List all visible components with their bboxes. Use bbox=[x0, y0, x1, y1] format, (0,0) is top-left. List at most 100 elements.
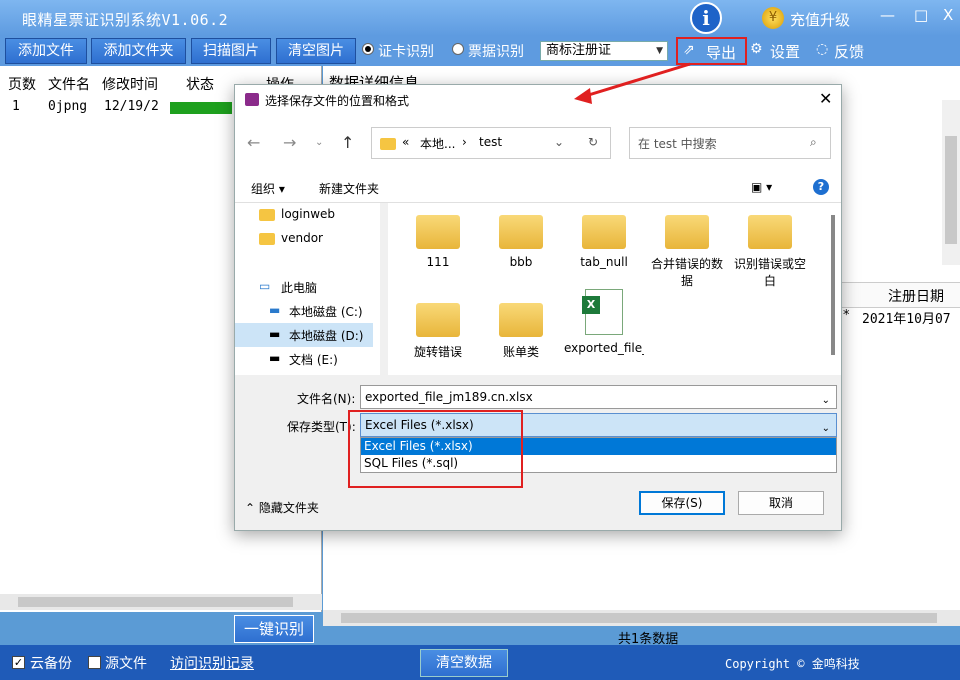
folder-item[interactable]: tab_null bbox=[564, 215, 644, 269]
info-icon[interactable]: i bbox=[690, 2, 722, 34]
back-icon[interactable]: ← bbox=[247, 133, 260, 152]
export-label: 导出 bbox=[706, 44, 737, 62]
minimize-button[interactable]: — bbox=[880, 6, 895, 24]
new-folder-button[interactable]: 新建文件夹 bbox=[319, 180, 379, 197]
add-file-button[interactable]: 添加文件 bbox=[5, 38, 87, 64]
row-filename[interactable]: 0jpng bbox=[48, 99, 87, 114]
add-folder-button[interactable]: 添加文件夹 bbox=[91, 38, 186, 64]
file-grid-scrollbar[interactable] bbox=[831, 215, 835, 355]
tree-item-drive-d[interactable]: 本地磁盘 (D:) bbox=[289, 327, 363, 344]
drive-d-icon: ▬ bbox=[269, 327, 281, 341]
status-progress-bar bbox=[170, 102, 232, 114]
filename-value: exported_file_jm189.cn.xlsx bbox=[365, 390, 533, 404]
folder-icon bbox=[748, 215, 792, 249]
close-button[interactable]: X bbox=[943, 6, 953, 24]
file-label: 合并错误的数据 bbox=[650, 257, 723, 288]
folder-item[interactable]: 账单类 bbox=[481, 303, 561, 360]
save-button[interactable]: 保存(S) bbox=[639, 491, 725, 515]
type-select-value: 商标注册证 bbox=[546, 43, 612, 58]
refresh-icon[interactable]: ↻ bbox=[588, 135, 598, 149]
folder-icon bbox=[499, 215, 543, 249]
path-part2[interactable]: test bbox=[479, 135, 502, 149]
right-hscrollbar[interactable] bbox=[323, 610, 960, 626]
folder-item[interactable]: bbb bbox=[481, 215, 561, 269]
help-icon[interactable]: ? bbox=[813, 179, 829, 195]
organize-button[interactable]: 组织 ▾ bbox=[251, 180, 285, 197]
gear-icon: ⚙ bbox=[750, 41, 763, 57]
tree-item-drive-e[interactable]: 文档 (E:) bbox=[289, 351, 338, 368]
settings-button[interactable]: 设置 bbox=[770, 41, 800, 62]
file-label: bbb bbox=[509, 255, 533, 269]
address-chevron-icon[interactable]: ⌄ bbox=[554, 135, 564, 149]
tree-item-drive-c[interactable]: 本地磁盘 (C:) bbox=[289, 303, 363, 320]
title-bar: 眼精星票证识别系统V1.06.2 i ¥ 充值升级 — □ X bbox=[0, 0, 960, 36]
one-click-recognize-button[interactable]: 一键识别 bbox=[234, 615, 314, 643]
search-icon: ⌕ bbox=[810, 135, 817, 149]
folder-item[interactable]: 识别错误或空白 bbox=[730, 215, 810, 289]
coin-icon[interactable]: ¥ bbox=[762, 7, 784, 29]
dialog-title: 选择保存文件的位置和格式 bbox=[265, 94, 410, 108]
type-select[interactable]: 商标注册证 ▼ bbox=[540, 41, 668, 61]
folder-item[interactable]: 旋转错误 bbox=[398, 303, 478, 360]
dialog-close-icon[interactable]: ✕ bbox=[819, 89, 832, 108]
feedback-button[interactable]: 反馈 bbox=[834, 41, 864, 62]
left-hscrollbar[interactable] bbox=[0, 594, 322, 610]
row-time: 12/19/2 bbox=[104, 99, 159, 114]
forward-icon[interactable]: → bbox=[283, 133, 296, 152]
visit-records-link[interactable]: 访问识别记录 bbox=[170, 653, 254, 673]
folder-tree: loginweb vendor ▭ 此电脑 ▬ 本地磁盘 (C:) ▬ 本地磁盘… bbox=[235, 203, 380, 375]
right-vscrollbar[interactable] bbox=[942, 100, 960, 265]
export-button[interactable]: ⇗ 导出 bbox=[676, 37, 747, 65]
clear-data-button[interactable]: 清空数据 bbox=[420, 649, 508, 677]
radio-card[interactable] bbox=[362, 43, 374, 55]
feedback-icon: ◌ bbox=[816, 41, 829, 57]
header-filename: 文件名 bbox=[48, 77, 90, 93]
header-page: 页数 bbox=[8, 77, 36, 93]
header-modified: 修改时间 bbox=[102, 77, 158, 93]
drive-e-icon: ▬ bbox=[269, 351, 281, 365]
source-file-checkbox[interactable] bbox=[88, 656, 101, 669]
chevron-down-icon[interactable]: ⌄ bbox=[822, 390, 830, 412]
tree-item-this-pc[interactable]: 此电脑 bbox=[281, 279, 317, 296]
path-prefix: « bbox=[402, 135, 410, 149]
folder-item[interactable]: 111 bbox=[398, 215, 478, 269]
dialog-title-bar: 选择保存文件的位置和格式 ✕ bbox=[235, 85, 841, 115]
column-header-reg-date: 注册日期 bbox=[888, 289, 944, 305]
command-bar: 组织 ▾ 新建文件夹 ▣ ▾ ? bbox=[235, 171, 841, 203]
hide-folders-toggle[interactable]: ⌃ 隐藏文件夹 bbox=[245, 499, 319, 516]
file-label: 识别错误或空白 bbox=[733, 257, 806, 288]
folder-icon bbox=[259, 233, 275, 245]
scan-image-button[interactable]: 扫描图片 bbox=[191, 38, 271, 64]
chevron-up-icon: ⌃ bbox=[245, 501, 259, 515]
excel-file-item[interactable]: exported_file_jm189 bbox=[564, 289, 644, 373]
chevron-down-icon: ▼ bbox=[656, 46, 663, 56]
path-part1[interactable]: 本地... bbox=[420, 135, 455, 152]
radio-card-label: 证卡识别 bbox=[378, 44, 434, 60]
folder-icon bbox=[380, 138, 396, 150]
path-sep: › bbox=[462, 135, 467, 149]
maximize-button[interactable]: □ bbox=[914, 6, 928, 24]
file-label: 旋转错误 bbox=[413, 345, 462, 359]
save-dialog: 选择保存文件的位置和格式 ✕ ← → ⌄ ↑ « 本地... › test ⌄ … bbox=[234, 84, 842, 531]
recharge-button[interactable]: 充值升级 bbox=[790, 9, 850, 30]
search-box[interactable]: 在 test 中搜索 ⌕ bbox=[629, 127, 831, 159]
filename-input[interactable]: exported_file_jm189.cn.xlsx ⌄ bbox=[360, 385, 837, 409]
copyright: Copyright © 金鸣科技 bbox=[725, 657, 860, 671]
up-icon[interactable]: ↑ bbox=[341, 133, 354, 152]
folder-icon bbox=[665, 215, 709, 249]
tree-item-loginweb[interactable]: loginweb bbox=[281, 207, 335, 221]
tree-item-vendor[interactable]: vendor bbox=[281, 231, 323, 245]
recent-chevron-icon[interactable]: ⌄ bbox=[315, 137, 323, 148]
source-file-label: 源文件 bbox=[105, 656, 147, 672]
row-marker: * bbox=[843, 308, 850, 323]
search-input[interactable]: 在 test 中搜索 bbox=[638, 135, 717, 152]
file-label: 账单类 bbox=[502, 345, 539, 359]
clear-image-button[interactable]: 清空图片 bbox=[276, 38, 356, 64]
cloud-backup-checkbox[interactable]: ✓ bbox=[12, 656, 25, 669]
radio-ticket[interactable] bbox=[452, 43, 464, 55]
address-bar[interactable]: « 本地... › test ⌄ ↻ bbox=[371, 127, 611, 159]
folder-item[interactable]: 合并错误的数据 bbox=[647, 215, 727, 289]
cancel-button[interactable]: 取消 bbox=[738, 491, 824, 515]
drive-c-icon: ▬ bbox=[269, 303, 281, 317]
view-icon[interactable]: ▣ ▾ bbox=[751, 180, 772, 194]
